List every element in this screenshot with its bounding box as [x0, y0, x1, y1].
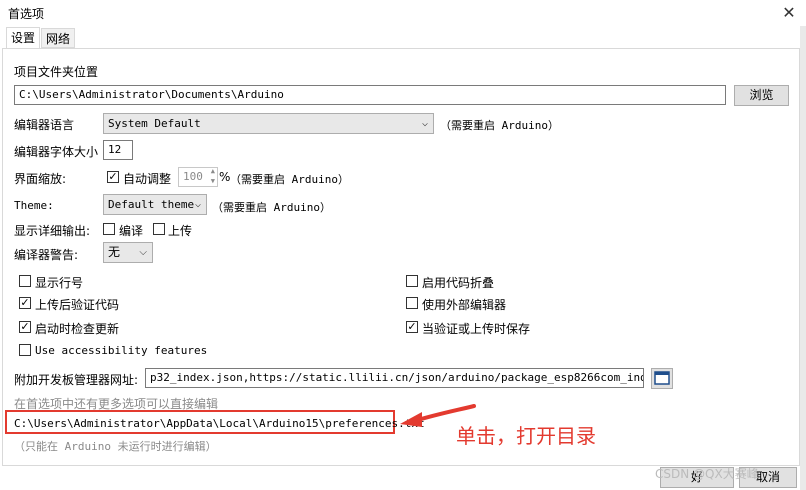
tab-settings[interactable]: 设置 — [6, 27, 41, 49]
accessibility-checkbox[interactable] — [19, 344, 31, 356]
theme-select[interactable]: Default theme ⌵ — [103, 194, 207, 215]
external-editor-checkbox[interactable] — [406, 297, 418, 309]
boards-manager-label: 附加开发板管理器网址: — [14, 373, 139, 387]
spinner-arrows-icon[interactable]: ▲ ▼ — [211, 168, 215, 186]
edit-urls-button[interactable] — [651, 368, 673, 389]
tab-network[interactable]: 网络 — [41, 28, 76, 48]
scale-value: 100 — [183, 170, 203, 183]
preferences-path-link[interactable]: C:\Users\Administrator\AppData\Local\Ard… — [14, 417, 425, 430]
line-numbers-label: 显示行号 — [35, 276, 84, 290]
save-verify-label: 当验证或上传时保存 — [422, 322, 531, 336]
chevron-down-icon: ⌵ — [139, 247, 147, 258]
line-numbers-checkbox[interactable] — [19, 275, 31, 287]
language-select[interactable]: System Default ⌵ — [103, 113, 434, 134]
accessibility-label: Use accessibility features — [35, 344, 208, 357]
browse-button[interactable]: 浏览 — [734, 85, 789, 106]
window-title: 首选项 — [8, 7, 45, 21]
watermark: CSDN @QX大赛峰 — [655, 467, 759, 481]
auto-scale-checkbox[interactable]: ✓ — [107, 171, 119, 183]
chevron-down-icon: ⌵ — [421, 118, 428, 129]
auto-scale-label: 自动调整 — [123, 172, 172, 186]
sketchbook-path-input[interactable]: C:\Users\Administrator\Documents\Arduino — [14, 85, 726, 105]
verbose-upload-checkbox[interactable] — [153, 223, 165, 235]
boards-manager-input[interactable]: p32_index.json,https://static.llilii.cn/… — [145, 368, 644, 388]
verbose-label: 显示详细输出: — [14, 224, 91, 238]
more-prefs-note: （只能在 Arduino 未运行时进行编辑） — [14, 440, 217, 453]
language-value: System Default — [108, 117, 201, 130]
check-updates-label: 启动时检查更新 — [35, 322, 120, 336]
verify-upload-checkbox[interactable]: ✓ — [19, 297, 31, 309]
fontsize-label: 编辑器字体大小 — [14, 145, 99, 159]
verbose-compile-checkbox[interactable] — [103, 223, 115, 235]
window-edit-icon — [654, 371, 670, 385]
annotation-text: 单击，打开目录 — [456, 424, 596, 448]
code-folding-label: 启用代码折叠 — [422, 276, 495, 290]
warnings-select[interactable]: 无 ⌵ — [103, 242, 153, 263]
sketchbook-label: 项目文件夹位置 — [14, 65, 99, 79]
check-updates-checkbox[interactable]: ✓ — [19, 321, 31, 333]
theme-note: （需要重启 Arduino） — [212, 201, 331, 214]
save-verify-checkbox[interactable]: ✓ — [406, 321, 418, 333]
warnings-label: 编译器警告: — [14, 248, 79, 262]
close-icon[interactable]: ✕ — [778, 2, 800, 24]
chevron-down-icon: ⌵ — [194, 199, 201, 210]
external-editor-label: 使用外部编辑器 — [422, 298, 507, 312]
verbose-upload-label: 上传 — [168, 224, 193, 238]
verbose-compile-label: 编译 — [119, 224, 144, 238]
verify-upload-label: 上传后验证代码 — [35, 298, 120, 312]
scale-spinner[interactable]: 100 ▲ ▼ — [178, 167, 218, 187]
theme-label: Theme: — [14, 199, 54, 212]
theme-value: Default theme — [108, 198, 195, 211]
title-bar: 首选项 ✕ — [0, 0, 806, 26]
language-label: 编辑器语言 — [14, 118, 75, 132]
code-folding-checkbox[interactable] — [406, 275, 418, 287]
scale-unit: % — [219, 170, 231, 184]
language-note: （需要重启 Arduino） — [440, 119, 559, 132]
scale-note: （需要重启 Arduino） — [230, 173, 349, 186]
background-strip — [800, 26, 806, 490]
fontsize-input[interactable]: 12 — [103, 140, 133, 160]
warnings-value: 无 — [108, 245, 121, 259]
scale-label: 界面缩放: — [14, 172, 67, 186]
